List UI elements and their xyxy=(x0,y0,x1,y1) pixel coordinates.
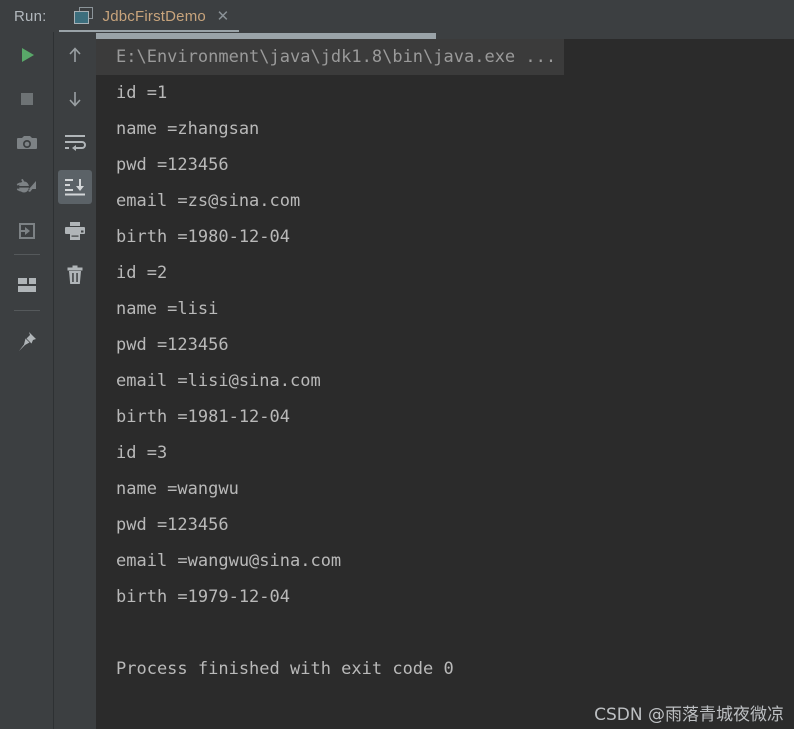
console-line: pwd =123456 xyxy=(116,515,229,535)
horizontal-scrollbar[interactable] xyxy=(96,32,794,39)
console-line: id =2 xyxy=(116,263,168,283)
up-the-stack-button[interactable] xyxy=(58,38,92,72)
run-actions-toolbar-left xyxy=(0,32,53,729)
arrow-up-icon xyxy=(65,45,85,65)
tab-jdbcfirstdemo[interactable]: JdbcFirstDemo ✕ xyxy=(73,0,234,32)
console-line: pwd =123456 xyxy=(116,155,229,175)
pin-tab-button[interactable] xyxy=(10,324,44,358)
console-line: email =lisi@sina.com xyxy=(116,371,321,391)
console-actions-toolbar-right xyxy=(53,32,97,729)
console-output-panel[interactable]: E:\Environment\java\jdk1.8\bin\java.exe … xyxy=(96,32,794,729)
watermark: CSDN @雨落青城夜微凉 xyxy=(594,705,784,725)
application-window-icon xyxy=(73,7,95,25)
soft-wrap-icon xyxy=(64,134,86,152)
dump-threads-button[interactable] xyxy=(10,170,44,204)
arrow-down-icon xyxy=(65,89,85,109)
clear-all-button[interactable] xyxy=(58,258,92,292)
console-line: email =zs@sina.com xyxy=(116,191,301,211)
console-line: birth =1981-12-04 xyxy=(116,407,290,427)
tab-title: JdbcFirstDemo xyxy=(102,7,206,25)
console-line: name =lisi xyxy=(116,299,219,319)
console-command-row: E:\Environment\java\jdk1.8\bin\java.exe … xyxy=(96,39,794,75)
bug-arrow-icon xyxy=(16,177,38,197)
soft-wrap-button[interactable] xyxy=(58,126,92,160)
restore-layout-button[interactable] xyxy=(10,214,44,248)
console-line: name =wangwu xyxy=(116,479,239,499)
console-exit-line: Process finished with exit code 0 xyxy=(116,659,454,679)
play-triangle-icon xyxy=(17,45,37,65)
console-line: birth =1979-12-04 xyxy=(116,587,290,607)
stop-button[interactable] xyxy=(10,82,44,116)
run-toolwindow-header: Run: JdbcFirstDemo ✕ xyxy=(0,0,794,32)
console-line: id =1 xyxy=(116,83,168,103)
layout-panels-icon xyxy=(17,277,37,293)
scroll-to-end-icon xyxy=(64,178,86,196)
pin-icon xyxy=(16,330,38,352)
console-command-line: E:\Environment\java\jdk1.8\bin\java.exe … xyxy=(96,39,565,75)
print-button[interactable] xyxy=(58,214,92,248)
trash-icon xyxy=(65,265,85,285)
close-icon[interactable]: ✕ xyxy=(216,9,230,24)
stop-square-icon xyxy=(17,89,37,109)
screenshot-button[interactable] xyxy=(10,126,44,160)
scroll-to-end-button[interactable] xyxy=(58,170,92,204)
down-the-stack-button[interactable] xyxy=(58,82,92,116)
enter-arrow-box-icon xyxy=(17,221,37,241)
camera-icon xyxy=(16,133,38,153)
console-lines: E:\Environment\java\jdk1.8\bin\java.exe … xyxy=(96,39,794,687)
rerun-button[interactable] xyxy=(10,38,44,72)
run-label: Run: xyxy=(14,7,47,25)
console-line: pwd =123456 xyxy=(116,335,229,355)
toolbar-separator xyxy=(14,310,40,311)
console-line: id =3 xyxy=(116,443,168,463)
printer-icon xyxy=(64,221,86,241)
console-line: email =wangwu@sina.com xyxy=(116,551,342,571)
console-line: birth =1980-12-04 xyxy=(116,227,290,247)
run-tool-window: Run: JdbcFirstDemo ✕ E:\Environment\java… xyxy=(0,0,794,729)
console-line: name =zhangsan xyxy=(116,119,260,139)
layout-settings-button[interactable] xyxy=(10,268,44,302)
toolbar-separator xyxy=(14,254,40,255)
